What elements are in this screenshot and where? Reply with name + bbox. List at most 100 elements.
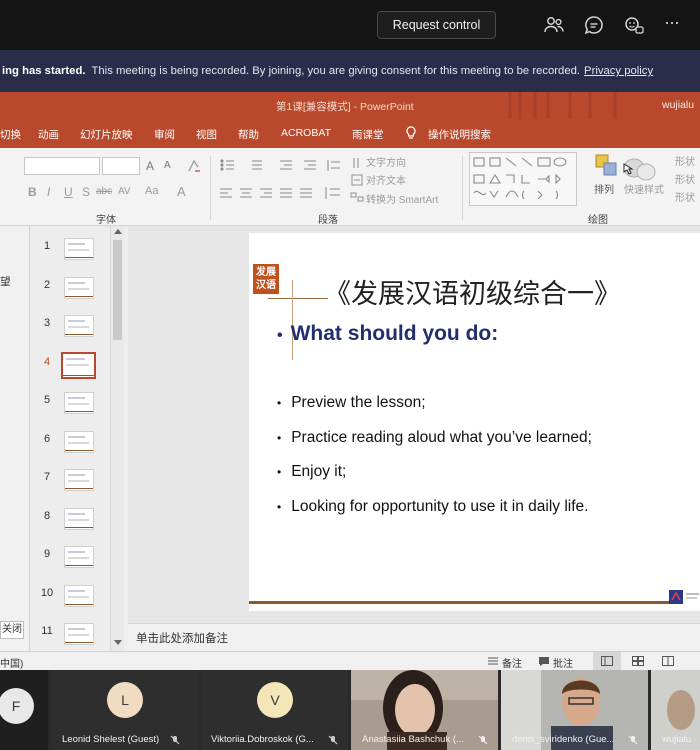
course-logo: 发展 汉语 (253, 264, 279, 294)
tab-animations[interactable]: 动画 (38, 127, 59, 142)
align-text-icon[interactable] (350, 173, 364, 187)
paragraph-buttons-icon[interactable] (218, 157, 343, 207)
align-text-button[interactable]: 对齐文本 (366, 172, 406, 187)
slide-thumbnail[interactable] (64, 277, 94, 299)
ribbon-separator (210, 156, 211, 220)
tab-help[interactable]: 帮助 (238, 127, 259, 142)
slide-thumbnail[interactable] (64, 392, 94, 414)
scroll-down-icon[interactable] (114, 640, 122, 645)
slide-sorter-icon[interactable] (632, 656, 644, 666)
thumbnail-footer-line (65, 411, 93, 412)
people-icon[interactable] (543, 14, 565, 36)
thumbnail-content (66, 358, 85, 360)
thumbnail-content (68, 249, 89, 251)
left-pane-label: 望 (0, 276, 11, 288)
language-indicator[interactable]: 中国) (0, 655, 23, 670)
scroll-up-icon[interactable] (114, 229, 122, 234)
shape-outline-button[interactable]: 形状 (675, 171, 695, 186)
slide-thumbnail[interactable] (64, 508, 94, 530)
grow-font-button[interactable]: A (146, 159, 154, 173)
text-direction-button[interactable]: 文字方向 (366, 154, 406, 169)
reactions-icon[interactable] (623, 14, 645, 36)
request-control-button[interactable]: Request control (377, 11, 496, 39)
tab-transitions[interactable]: 切换 (0, 127, 21, 142)
quick-styles-button[interactable]: 快速样式 (624, 181, 664, 196)
font-size-select[interactable] (102, 157, 140, 175)
normal-view-button[interactable] (593, 652, 621, 670)
arrange-button[interactable]: 排列 (594, 181, 614, 196)
thumbnail-number: 6 (43, 433, 51, 445)
tab-tell-me-search[interactable]: 操作说明搜索 (428, 127, 491, 142)
mic-muted-icon (628, 735, 638, 745)
slide-thumbnail[interactable] (64, 315, 94, 337)
tab-acrobat[interactable]: ACROBAT (281, 127, 331, 139)
shrink-font-button[interactable]: A (164, 160, 171, 171)
character-spacing-button[interactable]: AV (118, 186, 131, 197)
tab-review[interactable]: 审阅 (154, 127, 175, 142)
slide-thumbnail[interactable] (61, 352, 96, 379)
text-direction-icon[interactable] (350, 156, 364, 170)
slide-thumbnail[interactable] (64, 469, 94, 491)
privacy-policy-link[interactable]: Privacy policy (584, 65, 653, 77)
bullet-text: Enjoy it; (291, 463, 347, 480)
slide-thumbnail[interactable] (64, 546, 94, 568)
thumbnail-content (68, 590, 85, 592)
notes-pane[interactable]: 单击此处添加备注 (128, 623, 700, 651)
font-color-button[interactable]: A (177, 184, 186, 199)
slide-thumbnail[interactable] (64, 431, 94, 453)
more-icon[interactable]: ··· (664, 12, 686, 34)
bold-button[interactable]: B (28, 185, 37, 199)
ribbon: A A B I U S abc AV Aa A 字体 文字方向 对齐文本 转换为… (0, 148, 700, 226)
notes-placeholder: 单击此处添加备注 (136, 633, 228, 645)
shadow-button[interactable]: S (82, 185, 90, 199)
logo-text-line2: 汉语 (256, 280, 276, 291)
notes-icon[interactable] (487, 656, 499, 667)
close-pane-button[interactable]: 关闭 (0, 621, 24, 639)
tab-view[interactable]: 视图 (196, 127, 217, 142)
powerpoint-status-bar: 中国) 备注 批注 (0, 651, 700, 670)
comments-icon[interactable] (538, 656, 550, 667)
convert-smartart-button[interactable]: 转换为 SmartArt (366, 191, 438, 206)
smartart-icon[interactable] (350, 190, 364, 204)
powerpoint-user-name[interactable]: wujialu (662, 99, 694, 111)
shapes-gallery[interactable] (469, 152, 577, 206)
slide-thumbnail[interactable] (64, 585, 94, 607)
chat-icon[interactable] (583, 14, 605, 36)
recording-banner: ing has started. This meeting is being r… (0, 50, 700, 92)
participant-tile[interactable]: F (0, 670, 48, 750)
reading-view-icon[interactable] (662, 656, 674, 666)
shape-effects-button[interactable]: 形状 (675, 189, 695, 204)
comments-toggle-button[interactable]: 批注 (553, 655, 573, 670)
thumbnail-number: 10 (40, 587, 54, 599)
tab-slideshow[interactable]: 幻灯片放映 (80, 127, 133, 142)
bullet-text: Practice reading aloud what you’ve learn… (291, 429, 592, 446)
thumbnail-content (68, 243, 85, 245)
clear-format-icon[interactable] (186, 158, 202, 174)
thumbnail-content (68, 634, 89, 636)
thumbnail-number: 9 (43, 548, 51, 560)
arrange-icon[interactable] (593, 152, 621, 180)
thumbnail-footer-line (65, 257, 93, 258)
avatar-initial: L (121, 692, 129, 708)
thumbnail-footer-line (65, 450, 93, 451)
quick-styles-icon[interactable] (618, 156, 658, 184)
thumbnail-scrollbar[interactable] (110, 226, 124, 651)
logo-text-line1: 发展 (256, 267, 276, 278)
bullet-glyph: • (277, 327, 283, 344)
notes-toggle-button[interactable]: 备注 (502, 655, 522, 670)
change-case-button[interactable]: Aa (145, 185, 158, 197)
shape-fill-button[interactable]: 形状 (675, 153, 695, 168)
thumbnail-number: 7 (43, 471, 51, 483)
font-group-label: 字体 (96, 215, 116, 226)
slide-thumbnail[interactable] (64, 238, 94, 260)
scrollbar-thumb[interactable] (113, 240, 122, 340)
font-name-select[interactable] (24, 157, 100, 175)
thumbnail-number: 5 (43, 394, 51, 406)
strikethrough-button[interactable]: abc (96, 186, 112, 197)
tab-rain-classroom[interactable]: 雨课堂 (352, 127, 384, 142)
teams-meeting-window: Request control ··· ing has started. Thi… (0, 0, 700, 750)
underline-button[interactable]: U (64, 185, 73, 199)
slide-thumbnail[interactable] (64, 623, 94, 645)
italic-button[interactable]: I (47, 185, 50, 199)
avatar: V (257, 682, 293, 718)
